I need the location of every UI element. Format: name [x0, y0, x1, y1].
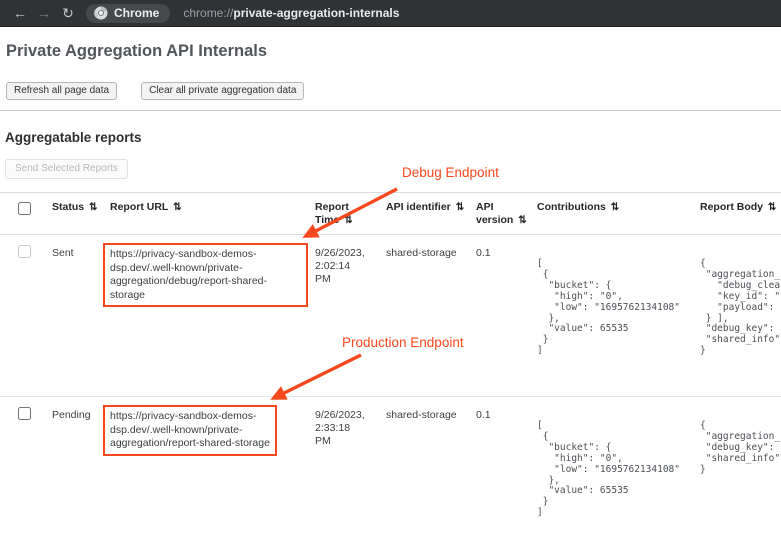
- sort-icon: ⇅: [518, 215, 526, 226]
- api-identifier-cell: shared-storage: [386, 397, 476, 421]
- column-header-contributions[interactable]: Contributions ⇅: [537, 193, 700, 234]
- section-divider: [0, 110, 781, 111]
- report-url: https://privacy-sandbox-demos- dsp.dev/.…: [110, 410, 270, 449]
- report-body-json: { "aggregation_service_payloads": [ { "d…: [700, 421, 781, 476]
- column-header-report-time[interactable]: Report Time ⇅: [315, 193, 386, 234]
- page-actions: Refresh all page data Clear all private …: [6, 82, 304, 100]
- url-path: private-aggregation-internals: [233, 6, 399, 20]
- column-header-report-url[interactable]: Report URL ⇅: [110, 193, 315, 234]
- report-url-cell: https://privacy-sandbox-demos- dsp.dev/.…: [110, 397, 315, 456]
- report-url-cell: https://privacy-sandbox-demos- dsp.dev/.…: [110, 235, 315, 307]
- chrome-logo-icon: [94, 6, 108, 20]
- column-header-report-body[interactable]: Report Body ⇅: [700, 193, 781, 234]
- table-row: Sent https://privacy-sandbox-demos- dsp.…: [0, 235, 781, 397]
- table-header-row: Status ⇅ Report URL ⇅ Report Time ⇅ API …: [0, 192, 781, 235]
- select-all-checkbox[interactable]: [18, 202, 31, 215]
- api-version-cell: 0.1: [476, 397, 537, 421]
- report-url-highlight-box: https://privacy-sandbox-demos- dsp.dev/.…: [103, 405, 277, 456]
- chrome-label: Chrome: [114, 6, 159, 20]
- report-time-cell: 9/26/2023, 2:02:14 PM: [315, 235, 386, 286]
- report-time-cell: 9/26/2023, 2:33:18 PM: [315, 397, 386, 448]
- report-url: https://privacy-sandbox-demos- dsp.dev/.…: [110, 248, 267, 301]
- production-endpoint-label: Production Endpoint: [342, 335, 464, 350]
- page-title: Private Aggregation API Internals: [6, 42, 267, 61]
- sort-icon: ⇅: [456, 202, 464, 213]
- reload-icon[interactable]: ↻: [56, 5, 80, 22]
- url-scheme: chrome://: [183, 6, 233, 20]
- status-cell: Sent: [52, 235, 110, 259]
- clear-all-button[interactable]: Clear all private aggregation data: [141, 82, 304, 100]
- contributions-json: [ { "bucket": { "high": "0", "low": "169…: [537, 259, 700, 357]
- back-icon[interactable]: ←: [8, 5, 32, 21]
- browser-toolbar: ← → ↻ Chrome chrome://private-aggregatio…: [0, 0, 781, 27]
- api-identifier-cell: shared-storage: [386, 235, 476, 259]
- forward-icon[interactable]: →: [32, 5, 56, 21]
- sort-icon: ⇅: [768, 202, 776, 213]
- column-header-api-identifier[interactable]: API identifier ⇅: [386, 193, 476, 234]
- reports-table: Status ⇅ Report URL ⇅ Report Time ⇅ API …: [0, 192, 781, 540]
- column-header-status[interactable]: Status ⇅: [52, 193, 110, 234]
- column-header-api-version[interactable]: API version ⇅: [476, 193, 537, 234]
- sort-icon: ⇅: [611, 202, 619, 213]
- debug-endpoint-label: Debug Endpoint: [402, 165, 499, 180]
- report-body-json: { "aggregation_service_payloads": [ { "d…: [700, 259, 781, 357]
- send-selected-reports-button[interactable]: Send Selected Reports: [5, 159, 128, 179]
- report-url-highlight-box: https://privacy-sandbox-demos- dsp.dev/.…: [103, 243, 308, 307]
- sort-icon: ⇅: [89, 202, 97, 213]
- status-cell: Pending: [52, 397, 110, 421]
- address-bar[interactable]: chrome://private-aggregation-internals: [183, 6, 399, 20]
- table-row: Pending https://privacy-sandbox-demos- d…: [0, 397, 781, 540]
- contributions-json: [ { "bucket": { "high": "0", "low": "169…: [537, 421, 700, 519]
- sort-icon: ⇅: [173, 202, 181, 213]
- api-version-cell: 0.1: [476, 235, 537, 259]
- chrome-badge[interactable]: Chrome: [86, 4, 170, 23]
- sort-icon: ⇅: [344, 215, 352, 226]
- refresh-all-button[interactable]: Refresh all page data: [6, 82, 117, 100]
- row-checkbox[interactable]: [18, 407, 31, 420]
- row-checkbox: [18, 245, 31, 258]
- aggregatable-reports-heading: Aggregatable reports: [5, 130, 142, 145]
